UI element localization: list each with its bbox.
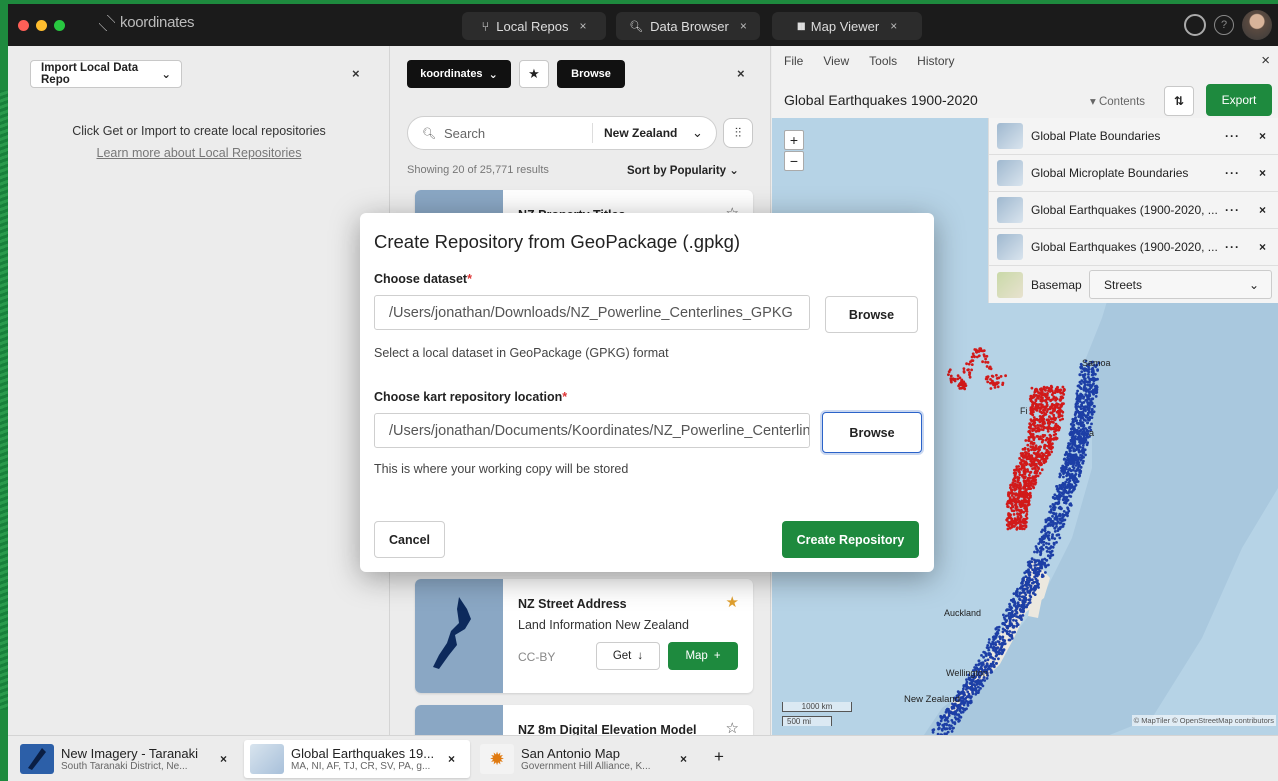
dataset-label: Choose dataset* [374,272,472,286]
modal-overlay: Create Repository from GeoPackage (.gpkg… [0,0,1278,781]
required-mark: * [562,390,568,404]
browse-dataset-button[interactable]: Browse [825,296,918,333]
dataset-help-text: Select a local dataset in GeoPackage (GP… [374,346,669,360]
dataset-label-text: Choose dataset [374,272,468,286]
location-path-input[interactable]: /Users/jonathan/Documents/Koordinates/NZ… [374,413,810,448]
location-label: Choose kart repository location* [374,390,567,404]
cancel-button[interactable]: Cancel [374,521,445,558]
dataset-path-input[interactable]: /Users/jonathan/Downloads/NZ_Powerline_C… [374,295,810,330]
dialog-title: Create Repository from GeoPackage (.gpkg… [374,231,741,252]
browse-location-button[interactable]: Browse [822,412,922,453]
create-repository-dialog: Create Repository from GeoPackage (.gpkg… [360,213,934,572]
required-mark: * [467,272,472,286]
create-repository-button[interactable]: Create Repository [782,521,919,558]
location-label-text: Choose kart repository location [374,390,563,404]
location-help-text: This is where your working copy will be … [374,462,629,476]
